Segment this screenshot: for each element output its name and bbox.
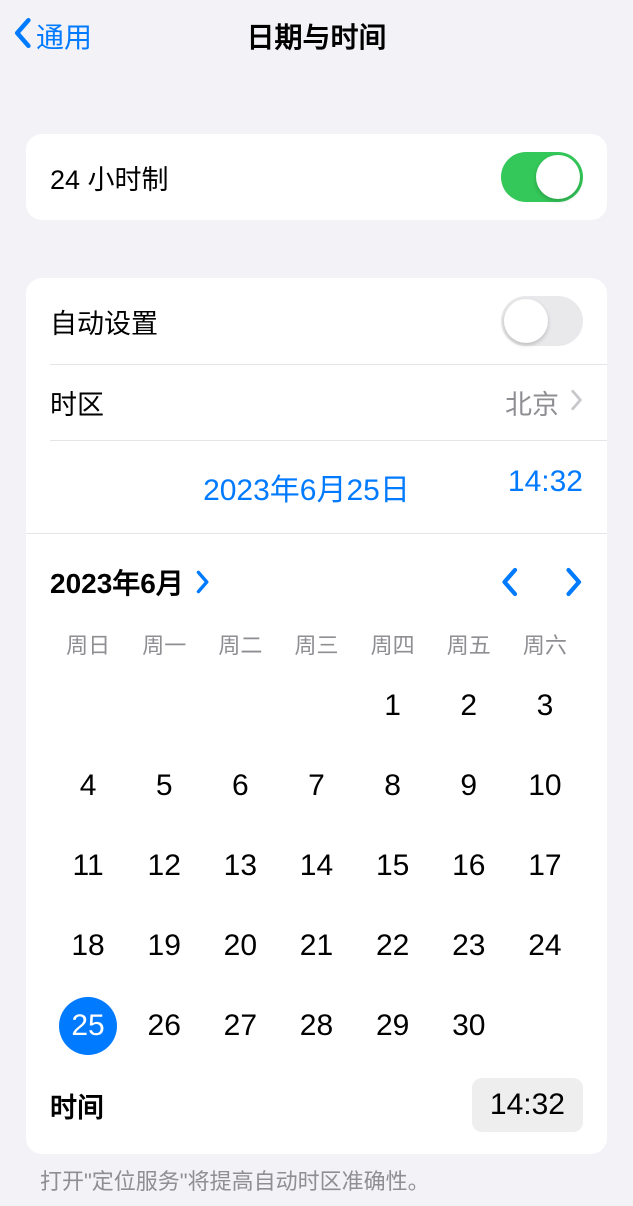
calendar-day-empty (202, 666, 278, 746)
calendar-day[interactable]: 23 (431, 906, 507, 986)
calendar-day[interactable]: 16 (431, 826, 507, 906)
chevron-right-icon (194, 570, 210, 594)
footer-note: 打开"定位服务"将提高自动时区准确性。 (0, 1154, 633, 1206)
calendar-day[interactable]: 28 (278, 986, 354, 1066)
twenty-four-hour-row: 24 小时制 (26, 134, 607, 220)
calendar-day[interactable]: 22 (355, 906, 431, 986)
chevron-right-icon (569, 387, 583, 418)
back-button[interactable]: 通用 (0, 16, 92, 56)
calendar-day[interactable]: 26 (126, 986, 202, 1066)
weekday-header: 周一 (126, 622, 202, 666)
weekday-header: 周三 (278, 622, 354, 666)
calendar-day[interactable]: 17 (507, 826, 583, 906)
calendar-day[interactable]: 6 (202, 746, 278, 826)
twenty-four-hour-label: 24 小时制 (50, 158, 169, 197)
calendar-day[interactable]: 13 (202, 826, 278, 906)
calendar-day[interactable]: 3 (507, 666, 583, 746)
chevron-left-icon (12, 17, 32, 56)
month-year-button[interactable]: 2023年6月 (50, 562, 210, 602)
weekday-header: 周四 (355, 622, 431, 666)
calendar-day[interactable]: 30 (431, 986, 507, 1066)
calendar-day[interactable]: 4 (50, 746, 126, 826)
calendar-day-empty (278, 666, 354, 746)
calendar-day[interactable]: 5 (126, 746, 202, 826)
calendar-day[interactable]: 8 (355, 746, 431, 826)
calendar-day-empty (126, 666, 202, 746)
calendar-day[interactable]: 27 (202, 986, 278, 1066)
weekday-header: 周二 (202, 622, 278, 666)
twenty-four-hour-switch[interactable] (501, 152, 583, 202)
calendar-day[interactable]: 10 (507, 746, 583, 826)
calendar-day[interactable]: 11 (50, 826, 126, 906)
calendar-day[interactable]: 18 (50, 906, 126, 986)
calendar-day[interactable]: 1 (355, 666, 431, 746)
current-time-display[interactable]: 14:32 (508, 465, 583, 509)
auto-set-switch[interactable] (501, 296, 583, 346)
timezone-row[interactable]: 时区 北京 (50, 365, 607, 441)
weekday-header: 周日 (50, 622, 126, 666)
calendar-day[interactable]: 29 (355, 986, 431, 1066)
calendar-day[interactable]: 21 (278, 906, 354, 986)
calendar-day-empty (507, 986, 583, 1066)
calendar-day[interactable]: 12 (126, 826, 202, 906)
month-year-label: 2023年6月 (50, 562, 184, 602)
calendar-day[interactable]: 15 (355, 826, 431, 906)
prev-month-button[interactable] (499, 567, 519, 597)
calendar-day[interactable]: 19 (126, 906, 202, 986)
next-month-button[interactable] (563, 567, 583, 597)
time-picker[interactable]: 14:32 (472, 1078, 583, 1132)
calendar-day-empty (50, 666, 126, 746)
auto-set-row: 自动设置 (50, 278, 607, 365)
weekday-header: 周五 (431, 622, 507, 666)
current-date-display[interactable]: 2023年6月25日 (105, 465, 508, 509)
timezone-label: 时区 (50, 383, 104, 422)
back-label: 通用 (36, 16, 92, 56)
page-title: 日期与时间 (0, 16, 633, 56)
calendar-day[interactable]: 20 (202, 906, 278, 986)
weekday-header: 周六 (507, 622, 583, 666)
calendar-day[interactable]: 14 (278, 826, 354, 906)
calendar-day[interactable]: 25 (50, 986, 126, 1066)
calendar-day[interactable]: 2 (431, 666, 507, 746)
calendar-day[interactable]: 9 (431, 746, 507, 826)
timezone-value: 北京 (505, 383, 559, 422)
auto-set-label: 自动设置 (50, 302, 158, 341)
time-label: 时间 (50, 1086, 104, 1125)
calendar-day[interactable]: 7 (278, 746, 354, 826)
calendar-day[interactable]: 24 (507, 906, 583, 986)
